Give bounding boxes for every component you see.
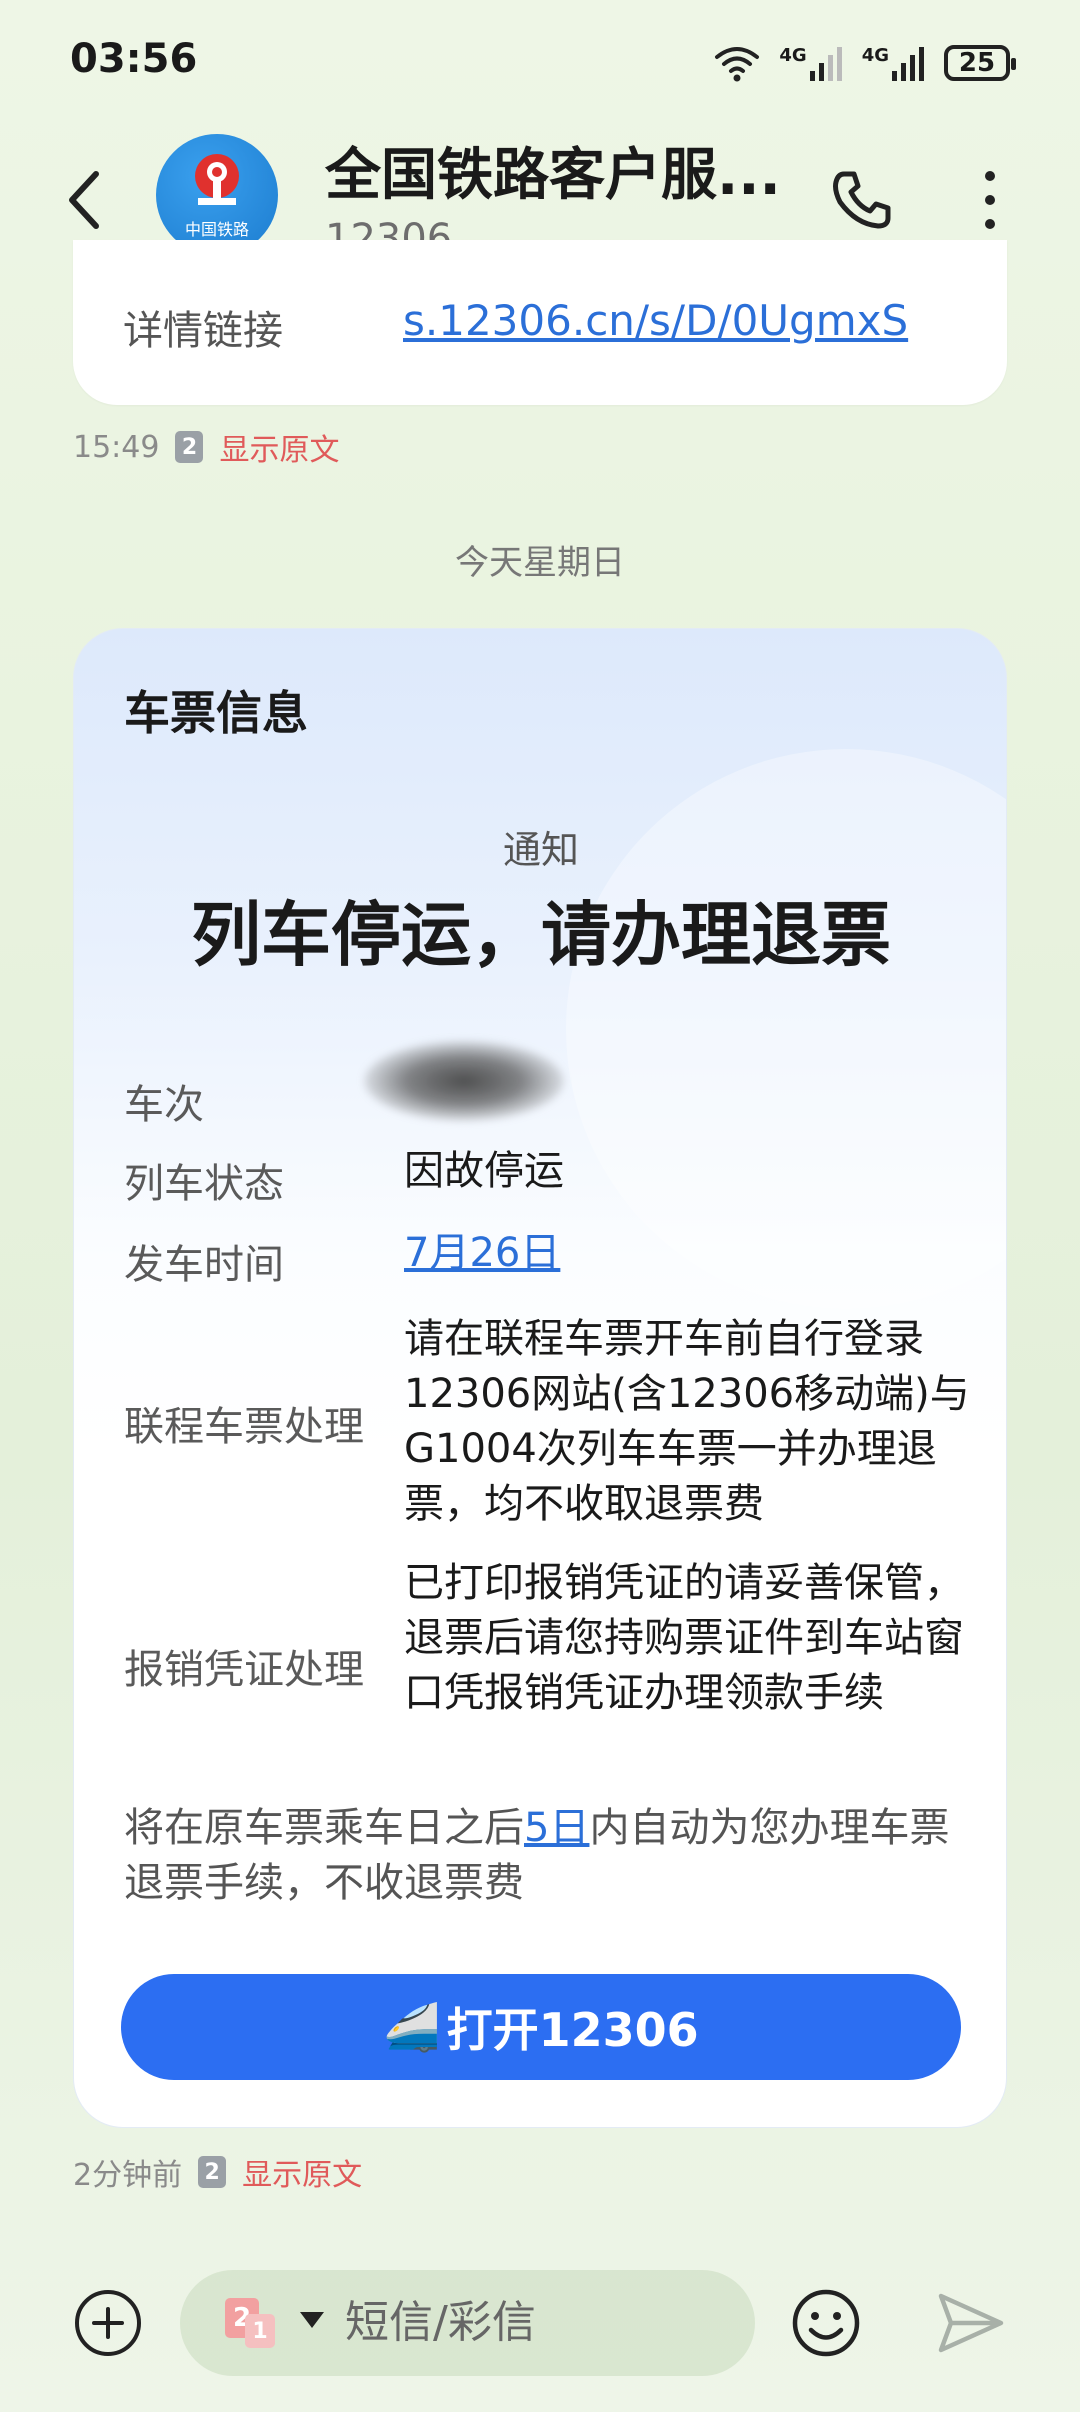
- signal-bars-icon: [809, 47, 842, 81]
- wifi-icon: [715, 47, 760, 82]
- departure-date-link[interactable]: 7月26日: [404, 1226, 560, 1281]
- refund-days-link[interactable]: 5日: [524, 1805, 589, 1851]
- contact-name: 全国铁路客户服...: [325, 143, 781, 208]
- more-dot-icon: [985, 219, 995, 229]
- redacted-train-number: [364, 1041, 564, 1121]
- chevron-down-icon[interactable]: [300, 2312, 324, 2328]
- auto-refund-note: 将在原车票乘车日之后5日内自动为您办理车票退票手续，不收退票费: [124, 1801, 964, 1911]
- detail-link[interactable]: s.12306.cn/s/D/0UgmxS: [403, 296, 908, 345]
- cell-signal-2: 4G: [862, 45, 926, 81]
- date-separator: 今天星期日: [455, 543, 625, 583]
- add-attachment-button[interactable]: [75, 2290, 141, 2356]
- cell-signal-1: 4G: [779, 45, 843, 81]
- network-type-label: 4G: [861, 45, 889, 66]
- message-time: 15:49: [73, 429, 160, 465]
- back-arrow-icon: [69, 171, 99, 229]
- back-button[interactable]: [64, 160, 124, 240]
- notice-headline: 列车停运，请办理退票: [191, 894, 891, 976]
- reimbursement-label: 报销凭证处理: [124, 1647, 364, 1693]
- status-icons: 4G 4G 25: [713, 40, 1016, 86]
- detail-link-label: 详情链接: [123, 308, 283, 354]
- previous-message-card: 详情链接 s.12306.cn/s/D/0UgmxS: [73, 240, 1007, 405]
- open-12306-button[interactable]: 🚄 打开12306: [121, 1974, 961, 2080]
- emoji-button[interactable]: [790, 2287, 862, 2359]
- connecting-ticket-label: 联程车票处理: [124, 1404, 364, 1450]
- sim-1-icon: 1: [245, 2314, 275, 2348]
- send-button[interactable]: [935, 2290, 1007, 2356]
- ticket-info-card: 车票信息 通知 列车停运，请办理退票 车次 列车状态 因故停运 发车时间 7月2…: [73, 628, 1007, 2128]
- message-time: 2分钟前: [73, 2158, 183, 2193]
- sim-card-icon: 2: [198, 2156, 227, 2188]
- notice-label: 通知: [502, 828, 579, 872]
- status-time: 03:56: [70, 36, 198, 82]
- plus-icon: [92, 2307, 124, 2339]
- show-original-link[interactable]: 显示原文: [219, 425, 339, 469]
- more-dot-icon: [985, 171, 995, 181]
- signal-bars-icon: [892, 47, 924, 81]
- connecting-ticket-value: 请在联程车票开车前自行登录12306网站(含12306移动端)与G1004次列车…: [404, 1316, 970, 1527]
- card-title: 车票信息: [124, 686, 308, 740]
- sim-selector[interactable]: 2 1: [225, 2298, 295, 2350]
- more-options-button[interactable]: [965, 160, 1015, 240]
- auto-refund-note-before: 将在原车票乘车日之后: [124, 1805, 524, 1851]
- avatar-caption: 中国铁路: [184, 220, 249, 239]
- call-button[interactable]: [830, 160, 900, 240]
- smiley-icon: [792, 2289, 860, 2357]
- departure-time-label: 发车时间: [124, 1242, 284, 1288]
- show-original-link[interactable]: 显示原文: [242, 2150, 362, 2194]
- train-icon: 🚄: [383, 1999, 441, 2054]
- contact-avatar[interactable]: 中国铁路: [156, 134, 278, 256]
- status-bar: 03:56 4G 4G 25: [0, 0, 1080, 120]
- sim-card-icon: 2: [175, 431, 204, 463]
- reimbursement-value: 已打印报销凭证的请妥善保管，退票后请您持购票证件到车站窗口凭报销凭证办理领款手续: [404, 1560, 964, 1716]
- train-status-label: 列车状态: [124, 1161, 284, 1207]
- message-input-box: 2 1: [180, 2270, 755, 2376]
- network-type-label: 4G: [779, 45, 807, 66]
- battery-level: 25: [958, 48, 996, 78]
- train-number-label: 车次: [124, 1082, 204, 1128]
- send-icon: [938, 2293, 1004, 2353]
- sms-input[interactable]: [345, 2292, 725, 2352]
- phone-icon: [833, 171, 891, 229]
- battery-icon: 25: [944, 45, 1016, 81]
- previous-message-meta: 15:49 2 显示原文: [73, 425, 339, 469]
- message-composer: 2 1: [0, 2270, 1080, 2380]
- open-12306-label: 打开12306: [446, 2003, 699, 2057]
- china-railway-logo-icon: [195, 154, 239, 205]
- train-status-value: 因故停运: [404, 1148, 564, 1194]
- ticket-message-meta: 2分钟前 2 显示原文: [73, 2150, 362, 2194]
- more-dot-icon: [985, 195, 995, 205]
